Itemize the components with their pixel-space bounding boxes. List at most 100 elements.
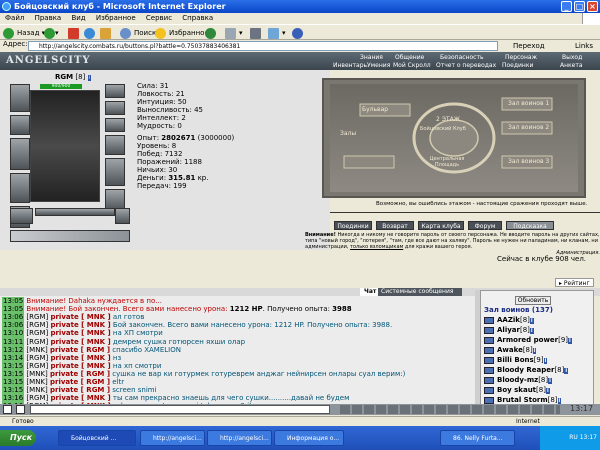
map-label-central-square[interactable]: Центральная Площадь [422,156,472,168]
map-label-floor2[interactable]: 2 ЭТАЖ [436,116,460,123]
task-info[interactable]: Информация о... [274,430,344,446]
slot-belt-bar[interactable] [35,208,115,216]
map-label-halls[interactable]: Залы [340,130,356,137]
roster-user[interactable]: Bloody Reaper[8]i [484,366,569,376]
task-music[interactable]: 86. Nelly Furta... [440,430,515,446]
nav-character[interactable]: Персонаж [505,54,537,61]
menu-favorites[interactable]: Избранное [96,14,136,22]
back-button[interactable]: Назад ▾ [3,27,45,39]
edit-button[interactable]: ▾ [268,27,286,39]
minimize-button[interactable]: _ [561,1,572,12]
go-button[interactable]: Переход [503,41,545,51]
favorites-button[interactable]: Избранное [155,27,209,39]
roster-user[interactable]: Boy skaut[8]i [484,386,550,396]
refresh-button[interactable] [84,27,98,39]
rating-button[interactable]: ▸ Рейтинг [555,278,594,287]
chat-user[interactable]: [RGM] [26,354,48,362]
address-input[interactable]: http://angelscity.combats.ru/buttons.pl?… [28,41,498,51]
character-name[interactable]: RGM [8] i [55,73,91,81]
tab-system-messages[interactable]: Системные сообщения [378,288,462,296]
chat-private-tag[interactable]: private [ MNK ] [50,354,110,362]
chat-private-tag[interactable]: private [ RGM ] [50,346,110,354]
home-button[interactable] [100,27,114,39]
task-angelscity-2[interactable]: http://angelsci... [207,430,272,446]
forum-button[interactable]: Форум [468,221,502,230]
chat-private-tag[interactable]: private [ MNK ] [50,329,110,337]
nav-communication[interactable]: Общение [395,54,424,61]
hackers-link[interactable]: только взломщикам [350,244,403,250]
chat-user[interactable]: [RGM] [26,394,48,402]
chat-private-tag[interactable]: private [ RGM ] [50,370,110,378]
chat-controls[interactable] [340,405,560,414]
map-label-fight-club[interactable]: Бойцовский Клуб [420,126,466,132]
chat-private-tag[interactable]: private [ MNK ] [50,313,110,321]
search-button[interactable]: Поиск [120,27,156,39]
info-icon[interactable]: i [548,378,552,384]
info-icon[interactable]: i [529,328,534,334]
roster-user[interactable]: AAZik[8]i [484,316,534,326]
chat-private-tag[interactable]: private [ RGM ] [50,378,110,386]
club-map-button[interactable]: Карта клуба [418,221,464,230]
chat-private-tag[interactable]: private [ MNK ] [50,321,110,329]
info-icon[interactable]: i [564,368,569,374]
links-button[interactable]: Links [575,41,593,51]
roster-user[interactable]: Aliyar[8]i [484,326,534,336]
slot-pants[interactable] [10,208,33,224]
mail-button[interactable]: ▾ [225,27,243,39]
info-icon[interactable]: i [545,388,550,394]
slot-earrings[interactable] [105,84,125,98]
info-icon[interactable]: i [87,75,91,81]
menu-view[interactable]: Вид [71,14,85,22]
chat-private-tag[interactable]: private [ MNK ] [50,338,110,346]
roster-user[interactable]: Bloody-mz[8]i [484,376,552,386]
roster-user[interactable]: Armored power[9]i [484,336,572,346]
hint-button[interactable]: Подсказка [506,221,554,230]
chat-user[interactable]: [RGM] [26,329,48,337]
slot-armor[interactable] [10,173,30,203]
character-avatar[interactable] [30,90,100,202]
chat-user[interactable]: [RGM] [26,362,48,370]
slot-weapon[interactable] [10,138,30,170]
nav-exit[interactable]: Выход [562,54,582,61]
map-label-hall-1[interactable]: Зал воинов 1 [508,100,549,107]
start-button[interactable]: Пуск [0,430,36,446]
messenger-button[interactable] [292,27,306,39]
nav-scroll[interactable]: Мой Скролл [393,62,431,69]
maximize-button[interactable]: □ [574,1,585,12]
chat-user[interactable]: [RGM] [26,321,48,329]
roster-refresh-button[interactable]: Обновить [515,296,551,305]
info-icon[interactable]: i [532,348,537,354]
roster-user[interactable]: Awake[8]i [484,346,537,356]
stop-button[interactable] [68,27,82,39]
nav-security[interactable]: Безопасность [440,54,484,61]
chat-user[interactable]: [MNK] [26,370,47,378]
menu-help[interactable]: Справка [182,14,213,22]
slot-ring-2[interactable] [105,118,125,132]
chat-user[interactable]: [MNK] [26,386,47,394]
nav-fights[interactable]: Поединки [502,62,533,69]
chat-private-tag[interactable]: private [ RGM ] [50,386,110,394]
nav-transfers[interactable]: Отчет о переводах [436,62,496,69]
print-button[interactable] [250,27,264,39]
chat-user[interactable]: [RGM] [26,338,48,346]
chat-private-tag[interactable]: private [ MNK ] [50,394,110,402]
info-icon[interactable]: i [543,358,548,364]
map-label-hall-3[interactable]: Зал воинов 3 [508,158,549,165]
menu-file[interactable]: Файл [5,14,24,22]
forward-button[interactable]: ▾ [44,27,59,39]
chat-private-tag[interactable]: private [ MNK ] [50,362,110,370]
emoticon-icon[interactable] [3,405,12,414]
history-button[interactable] [205,27,219,39]
slot-helmet[interactable] [10,84,30,112]
slot-amulet[interactable] [10,115,30,135]
close-button[interactable]: × [587,1,598,12]
slot-shield[interactable] [105,158,125,186]
chat-user[interactable]: [RGM] [26,313,48,321]
task-angelscity-1[interactable]: http://angelsci... [140,430,205,446]
menu-edit[interactable]: Правка [35,14,62,22]
slot-gloves[interactable] [105,135,125,155]
chat-user[interactable]: [MNK] [26,346,47,354]
slot-ring-1[interactable] [105,101,125,115]
task-fight-club[interactable]: Бойцовский ... [58,430,136,446]
nav-inventory[interactable]: Инвентарь [333,62,367,69]
